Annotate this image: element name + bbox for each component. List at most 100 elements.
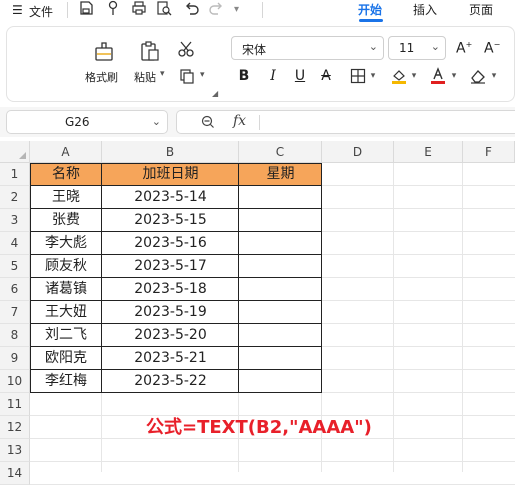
redo-icon[interactable] xyxy=(208,0,226,18)
row-header-10[interactable]: 10 xyxy=(0,370,30,393)
tab-insert[interactable]: 插入 xyxy=(413,1,437,18)
spreadsheet-grid[interactable]: A B C D E F 1 2 3 4 5 6 7 8 9 10 11 12 13 14 名称 加班日期 星期 王晓 2023-… xyxy=(0,141,515,485)
italic-icon[interactable]: I xyxy=(266,66,280,86)
bold-icon[interactable]: B xyxy=(237,66,251,86)
formula-bar[interactable]: fx xyxy=(176,110,515,134)
clear-icon[interactable] xyxy=(468,66,488,86)
tab-home[interactable]: 开始 xyxy=(358,1,382,18)
table-cell[interactable]: 2023-5-16 xyxy=(102,232,239,255)
zoom-icon[interactable] xyxy=(201,115,215,132)
copy-icon[interactable] xyxy=(179,68,195,88)
menu-hamburger-icon[interactable]: ☰ xyxy=(12,3,23,17)
cut-icon[interactable] xyxy=(177,40,195,62)
clear-dropdown-icon[interactable]: ▾ xyxy=(490,66,498,86)
increase-font-icon[interactable]: A+ xyxy=(456,40,472,57)
row-header-8[interactable]: 8 xyxy=(0,324,30,347)
table-cell[interactable] xyxy=(239,301,322,324)
table-border xyxy=(30,277,322,278)
table-border xyxy=(30,369,322,370)
row-header-9[interactable]: 9 xyxy=(0,347,30,370)
row-header-12[interactable]: 12 xyxy=(0,416,30,439)
table-cell[interactable] xyxy=(239,278,322,301)
menu-separator xyxy=(67,2,68,18)
table-cell[interactable]: 2023-5-15 xyxy=(102,209,239,232)
fill-dropdown-icon[interactable]: ▾ xyxy=(410,66,418,86)
row-header-5[interactable]: 5 xyxy=(0,255,30,278)
table-cell[interactable]: 2023-5-20 xyxy=(102,324,239,347)
table-cell[interactable]: 2023-5-17 xyxy=(102,255,239,278)
print-icon[interactable] xyxy=(131,0,149,18)
font-color-dropdown-icon[interactable]: ▾ xyxy=(450,66,458,86)
table-header-cell[interactable]: 加班日期 xyxy=(102,163,239,186)
select-all-corner[interactable] xyxy=(0,141,30,163)
row-header-13[interactable]: 13 xyxy=(0,439,30,462)
row-header-11[interactable]: 11 xyxy=(0,393,30,416)
format-painter-label[interactable]: 格式刷 xyxy=(85,69,118,85)
row-header-4[interactable]: 4 xyxy=(0,232,30,255)
table-cell[interactable] xyxy=(239,186,322,209)
table-cell[interactable]: 2023-5-19 xyxy=(102,301,239,324)
row-header-2[interactable]: 2 xyxy=(0,186,30,209)
column-header-a[interactable]: A xyxy=(30,141,102,163)
table-border xyxy=(30,163,31,393)
row-header-3[interactable]: 3 xyxy=(0,209,30,232)
table-cell[interactable]: 王晓 xyxy=(30,186,102,209)
column-header-d[interactable]: D xyxy=(322,141,394,163)
font-color-icon[interactable] xyxy=(429,66,447,86)
table-cell[interactable]: 李大彪 xyxy=(30,232,102,255)
table-cell[interactable]: 顾友秋 xyxy=(30,255,102,278)
tab-page[interactable]: 页面 xyxy=(469,1,493,18)
row-header-14[interactable]: 14 xyxy=(0,462,30,485)
save-icon[interactable] xyxy=(78,0,96,18)
format-painter-icon[interactable] xyxy=(93,40,115,66)
table-cell[interactable] xyxy=(239,370,322,393)
paste-icon[interactable] xyxy=(139,40,161,66)
row-header-7[interactable]: 7 xyxy=(0,301,30,324)
border-dropdown-icon[interactable]: ▾ xyxy=(369,66,377,86)
table-cell[interactable] xyxy=(239,209,322,232)
table-cell[interactable]: 欧阳克 xyxy=(30,347,102,370)
column-header-b[interactable]: B xyxy=(102,141,239,163)
table-cell[interactable] xyxy=(239,324,322,347)
table-cell[interactable] xyxy=(239,255,322,278)
font-name-select[interactable]: 宋体 ⌄ xyxy=(231,36,384,60)
table-cell[interactable]: 2023-5-22 xyxy=(102,370,239,393)
table-cell[interactable] xyxy=(239,347,322,370)
quick-access-more-icon[interactable]: ▾ xyxy=(234,4,252,22)
chevron-down-icon[interactable]: ⌄ xyxy=(152,115,161,128)
table-cell[interactable]: 张费 xyxy=(30,209,102,232)
font-size-select[interactable]: 11 ⌄ xyxy=(388,36,446,60)
paste-label[interactable]: 粘贴 xyxy=(134,69,156,85)
column-header-f[interactable]: F xyxy=(463,141,515,163)
file-menu[interactable]: 文件 xyxy=(29,3,53,20)
print-preview-icon[interactable] xyxy=(156,0,174,18)
copy-dropdown-icon[interactable]: ▾ xyxy=(200,70,205,80)
fx-icon[interactable]: fx xyxy=(233,113,246,129)
row-header-6[interactable]: 6 xyxy=(0,278,30,301)
column-header-e[interactable]: E xyxy=(394,141,463,163)
table-cell[interactable]: 2023-5-14 xyxy=(102,186,239,209)
table-cell[interactable]: 2023-5-18 xyxy=(102,278,239,301)
paste-dropdown-icon[interactable]: ▾ xyxy=(160,69,165,79)
gridline xyxy=(30,461,515,462)
table-header-cell[interactable]: 星期 xyxy=(239,163,322,186)
row-header-1[interactable]: 1 xyxy=(0,163,30,186)
name-box[interactable]: G26 ⌄ xyxy=(6,110,168,134)
table-cell[interactable]: 诸葛镇 xyxy=(30,278,102,301)
undo-icon[interactable] xyxy=(184,0,202,18)
format-brush-quick-icon[interactable] xyxy=(106,0,124,18)
table-header-cell[interactable]: 名称 xyxy=(30,163,102,186)
table-cell[interactable]: 王大妞 xyxy=(30,301,102,324)
underline-icon[interactable]: U xyxy=(292,66,308,86)
table-cell[interactable]: 李红梅 xyxy=(30,370,102,393)
table-cell[interactable]: 刘二飞 xyxy=(30,324,102,347)
column-header-c[interactable]: C xyxy=(239,141,322,163)
table-cell[interactable]: 2023-5-21 xyxy=(102,347,239,370)
clipboard-launcher-icon[interactable]: ◢ xyxy=(212,89,218,98)
fill-color-icon[interactable] xyxy=(389,66,409,86)
table-border xyxy=(30,300,322,301)
decrease-font-icon[interactable]: A− xyxy=(484,40,500,57)
table-cell[interactable] xyxy=(239,232,322,255)
strikethrough-icon[interactable]: A xyxy=(318,66,334,86)
border-icon[interactable] xyxy=(348,66,368,86)
